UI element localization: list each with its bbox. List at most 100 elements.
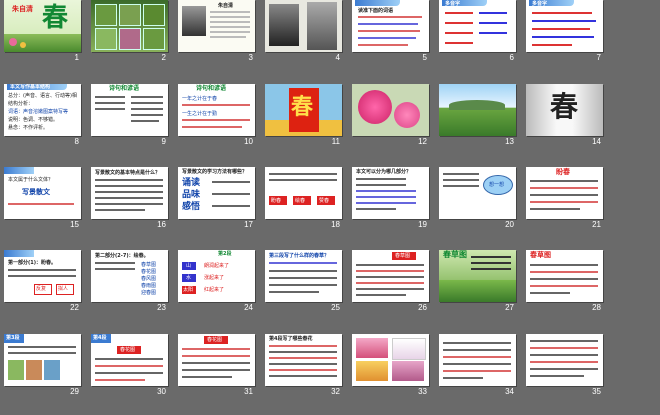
slide-thumbnail[interactable]: 春 11 [265, 84, 342, 152]
slide-label: 盼春 [271, 198, 282, 204]
slide-thumbnail[interactable]: 盼春 21 [526, 167, 603, 235]
slide-thumbnail[interactable]: 朱自清 3 [178, 0, 255, 68]
slide-thumbnail[interactable]: 春花图 31 [178, 334, 255, 402]
slide-thumbnail[interactable]: 4 [265, 0, 342, 68]
slide-thumbnail[interactable]: 诗句和谚语 一年之计在于春 一生之计在于勤 10 [178, 84, 255, 152]
slide-thumbnail[interactable]: 盼春 绘春 赞春 18 [265, 167, 342, 235]
slide-title: 想一想 [489, 182, 505, 188]
slide-title: 春 [42, 3, 69, 33]
slide-thumbnail[interactable]: 34 [439, 334, 516, 402]
slide-title: 多音字 [532, 1, 548, 7]
slide-title: 第二部分(2-7)：绘春。 [95, 253, 149, 259]
slide-thumbnail[interactable]: 本文可以分为哪几部分？ 19 [352, 167, 429, 235]
slide-thumbnail[interactable]: 春草图 28 [526, 250, 603, 318]
slide-thumbnail[interactable]: 本文写作基本结构 总分：(声音、语言、行动等)相 结构分析： 词语：声音溶嫩图案… [4, 84, 81, 152]
slide-thumbnail[interactable]: 春草图 27 [439, 250, 516, 318]
slide-title: 写景散文的基本特点是什么？ [95, 170, 161, 176]
slide-label: 涨起来了 [204, 275, 225, 281]
slide-title: 春花图 [207, 337, 223, 343]
slide-thumbnail[interactable]: 朱自清 春 1 [4, 0, 81, 68]
slide-title: 第4段 [93, 335, 107, 341]
slide-thumbnail[interactable]: 第4段 春花图 30 [91, 334, 168, 402]
slide-thumbnail[interactable]: 写景散文的基本特点是什么？ 16 [91, 167, 168, 235]
slide-title: 诗句和谚语 [196, 85, 227, 92]
slide-keyword: 感悟 [182, 202, 201, 212]
flower-image [356, 338, 388, 358]
slide-label: 水 [186, 275, 192, 281]
portrait-image [269, 4, 299, 46]
slide-number: 4 [335, 53, 340, 62]
slide-thumbnail[interactable]: 本文属于什么文体？ 写景散文 15 [4, 167, 81, 235]
slide-line: 说明：色调、不够错。 [8, 117, 59, 123]
slide-number: 12 [418, 137, 427, 146]
slide-thumbnail[interactable]: 2 [91, 0, 168, 68]
slide-label: 反复 [36, 286, 47, 292]
slide-thumbnail[interactable]: 诗句和谚语 9 [91, 84, 168, 152]
slide-number: 1 [74, 53, 79, 62]
slide-label: 春雨图 [141, 283, 157, 289]
slide-thumbnail[interactable]: 33 [352, 334, 429, 402]
slide-number: 21 [592, 220, 601, 229]
slide-thumbnail[interactable]: 写景散文的学习方法有哪些？ 诵读 品味 感悟 17 [178, 167, 255, 235]
slide-number: 29 [70, 387, 79, 396]
slide-number: 9 [161, 137, 166, 146]
slide-thumbnail[interactable]: 35 [526, 334, 603, 402]
slide-title: 春 [291, 95, 314, 120]
slide-number: 15 [70, 220, 79, 229]
slide-thumbnail[interactable]: 第4段写了哪些春花 32 [265, 334, 342, 402]
slide-thumbnail[interactable]: 读准下面的词语 5 [352, 0, 429, 68]
slide-title: 春草图 [443, 250, 467, 259]
slide-subtitle: 朱自清 [12, 5, 33, 13]
slide-title: 第3段 [6, 335, 20, 341]
slide-number: 18 [331, 220, 340, 229]
slide-number: 23 [157, 303, 166, 312]
slide-thumbnail[interactable]: 春 14 [526, 84, 603, 152]
slide-thumbnail[interactable]: 第3段 29 [4, 334, 81, 402]
slide-title: 本文可以分为哪几部分？ [356, 169, 412, 175]
slide-number: 2 [161, 53, 166, 62]
slide-label: 拟人 [58, 286, 69, 292]
slide-number: 32 [331, 387, 340, 396]
slide-number: 30 [157, 387, 166, 396]
slide-label: 春草图 [141, 262, 157, 268]
slide-line: 本文属于什么文体？ [8, 177, 54, 183]
slide-thumbnail[interactable]: 春草图 26 [352, 250, 429, 318]
slide-line: 词语：声音溶嫩图案特写等 [8, 109, 69, 115]
photo-image [44, 360, 60, 380]
slide-thumbnail[interactable]: 13 [439, 84, 516, 152]
slide-number: 10 [244, 137, 253, 146]
slide-number: 8 [74, 137, 79, 146]
slide-label: 迎春图 [141, 290, 157, 296]
slide-number: 13 [505, 137, 514, 146]
slide-thumbnail[interactable]: 想一想 20 [439, 167, 516, 235]
slide-number: 11 [331, 137, 340, 146]
slide-title: 春 [550, 90, 579, 123]
slide-number: 35 [592, 387, 601, 396]
portrait-image [182, 6, 206, 36]
slide-label: 春花图 [120, 347, 136, 353]
slide-number: 6 [509, 53, 514, 62]
slide-line: 总分：(声音、语言、行动等)相 [8, 93, 77, 99]
slide-thumbnail[interactable]: 第2段 山 水 太阳 朗润起来了 涨起来了 红起来了 24 [178, 250, 255, 318]
slide-label: 赞春 [319, 198, 330, 204]
slide-thumbnail[interactable]: 第二部分(2-7)：绘春。 春草图 春花图 春风图 春雨图 迎春图 23 [91, 250, 168, 318]
statue-image [307, 2, 337, 50]
slide-title: 第三段写了什么样的春草？ [269, 253, 330, 259]
slide-number: 27 [505, 303, 514, 312]
slide-title: 多音字 [445, 1, 461, 7]
slide-number: 28 [592, 303, 601, 312]
slide-thumbnail[interactable]: 多音字 6 [439, 0, 516, 68]
slide-sorter-grid: 朱自清 春 1 2 朱自清 3 4 读准下面的词语 5 多音字 6 多音字 7 … [4, 0, 660, 415]
slide-title: 第一部分(1)：盼春。 [8, 260, 57, 266]
slide-thumbnail[interactable]: 多音字 7 [526, 0, 603, 68]
slide-thumbnail[interactable]: 12 [352, 84, 429, 152]
slide-thumbnail[interactable]: 第一部分(1)：盼春。 反复 拟人 22 [4, 250, 81, 318]
slide-thumbnail[interactable]: 第三段写了什么样的春草？ 25 [265, 250, 342, 318]
slide-keyword: 品味 [182, 190, 201, 200]
slide-label: 红起来了 [204, 287, 225, 293]
slide-line: 悬念：不作评析。 [8, 125, 49, 131]
flower-image [392, 338, 426, 360]
slide-number: 34 [505, 387, 514, 396]
slide-number: 5 [422, 53, 427, 62]
slide-title: 春草图 [395, 253, 411, 259]
